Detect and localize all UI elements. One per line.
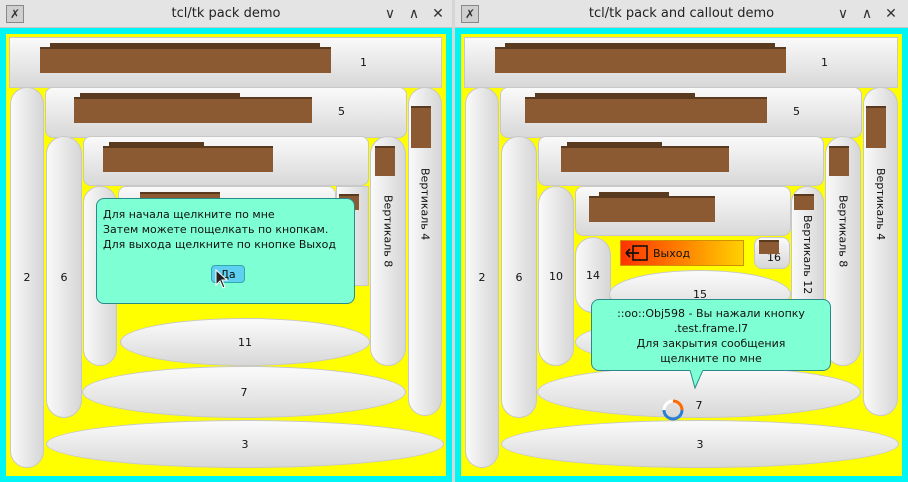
maximize-icon[interactable]: ∧ — [404, 4, 424, 24]
button-3-label: 3 — [696, 437, 704, 451]
close-icon[interactable]: ✕ — [881, 4, 901, 24]
pack-callout-demo-window: ✗ tcl/tk pack and callout demo ∨ ∧ ✕ 1 3… — [455, 0, 908, 482]
button-5-label: 5 — [793, 105, 800, 118]
button-1-label: 1 — [360, 56, 367, 69]
busy-spinner-icon — [662, 399, 684, 421]
button-11[interactable]: 11 — [120, 318, 370, 366]
exit-icon — [625, 245, 648, 261]
button-5-label: 5 — [338, 105, 345, 118]
button-vertical-4-label: Вертикаль 4 — [874, 168, 887, 241]
folder-icon — [561, 146, 729, 172]
button-vertical-8-label: Вертикаль 8 — [381, 195, 395, 268]
folder-icon — [74, 97, 312, 123]
folder-icon — [40, 47, 331, 73]
button-3[interactable]: 3 — [46, 420, 444, 468]
folder-icon — [866, 106, 886, 148]
button-3-label: 3 — [241, 437, 249, 451]
info-callout[interactable]: Для начала щелкните по мне Затем можете … — [96, 198, 355, 304]
button-2[interactable]: 2 — [465, 87, 499, 468]
callout-pointer — [689, 370, 704, 390]
title-bar: ✗ tcl/tk pack demo ∨ ∧ ✕ — [0, 0, 452, 28]
folder-icon — [759, 240, 779, 254]
button-vertical-8-label: Вертикаль 8 — [836, 195, 850, 268]
button-2[interactable]: 2 — [10, 87, 44, 468]
pack-area: 1 3 2 Вертикаль 4 5 7 6 Вертикаль 8 9 — [455, 28, 908, 482]
exit-button[interactable]: Выход — [620, 240, 744, 266]
callout-line: щелкните по мне — [660, 352, 762, 365]
folder-icon — [589, 196, 715, 222]
folder-icon — [525, 97, 767, 123]
button-3[interactable]: 3 — [501, 420, 899, 468]
button-vertical-4-label: Вертикаль 4 — [418, 168, 432, 241]
minimize-icon[interactable]: ∨ — [833, 4, 853, 24]
callout-line: Затем можете пощелкать по кнопкам. — [103, 223, 329, 236]
button-11-label: 11 — [238, 335, 252, 349]
callout-line: ::oo::Obj598 - Вы нажали кнопку — [617, 307, 805, 320]
maximize-icon[interactable]: ∧ — [857, 4, 877, 24]
callout-line: Для выхода щелкните по кнопке Выход — [103, 238, 336, 251]
mouse-cursor-icon — [215, 269, 229, 289]
folder-icon — [103, 146, 273, 172]
folder-icon — [829, 146, 849, 176]
button-vertical-12-label: Вертикаль 12 — [801, 215, 814, 295]
button-7-label: 7 — [695, 398, 703, 412]
button-1-label: 1 — [821, 56, 828, 69]
button-6-label: 6 — [515, 270, 523, 284]
button-2-label: 2 — [478, 271, 486, 284]
callout-line: Для начала щелкните по мне — [103, 208, 275, 221]
pack-area: 1 3 2 Вертикаль 4 5 7 6 Вертикаль 8 9 — [0, 28, 452, 482]
title-bar: ✗ tcl/tk pack and callout demo ∨ ∧ ✕ — [455, 0, 908, 28]
callout-line: .test.frame.l7 — [673, 322, 749, 335]
folder-icon — [375, 146, 395, 176]
button-10-label: 10 — [549, 269, 563, 283]
button-2-label: 2 — [23, 271, 31, 284]
close-icon[interactable]: ✕ — [428, 4, 448, 24]
button-6[interactable]: 6 — [46, 136, 82, 418]
exit-button-label: Выход — [653, 247, 691, 260]
message-callout[interactable]: ::oo::Obj598 - Вы нажали кнопку .test.fr… — [591, 299, 831, 371]
button-6[interactable]: 6 — [501, 136, 537, 418]
button-14-label: 14 — [586, 268, 600, 282]
callout-line: Для закрытия сообщения — [636, 337, 786, 350]
minimize-icon[interactable]: ∨ — [380, 4, 400, 24]
folder-icon — [495, 47, 786, 73]
button-7-label: 7 — [240, 385, 248, 399]
button-10[interactable]: 10 — [538, 186, 574, 366]
folder-icon — [794, 194, 814, 210]
folder-icon — [411, 106, 431, 148]
pack-demo-window: ✗ tcl/tk pack demo ∨ ∧ ✕ 1 3 2 Вертикаль… — [0, 0, 452, 482]
button-6-label: 6 — [60, 270, 68, 284]
button-7[interactable]: 7 — [82, 366, 406, 418]
